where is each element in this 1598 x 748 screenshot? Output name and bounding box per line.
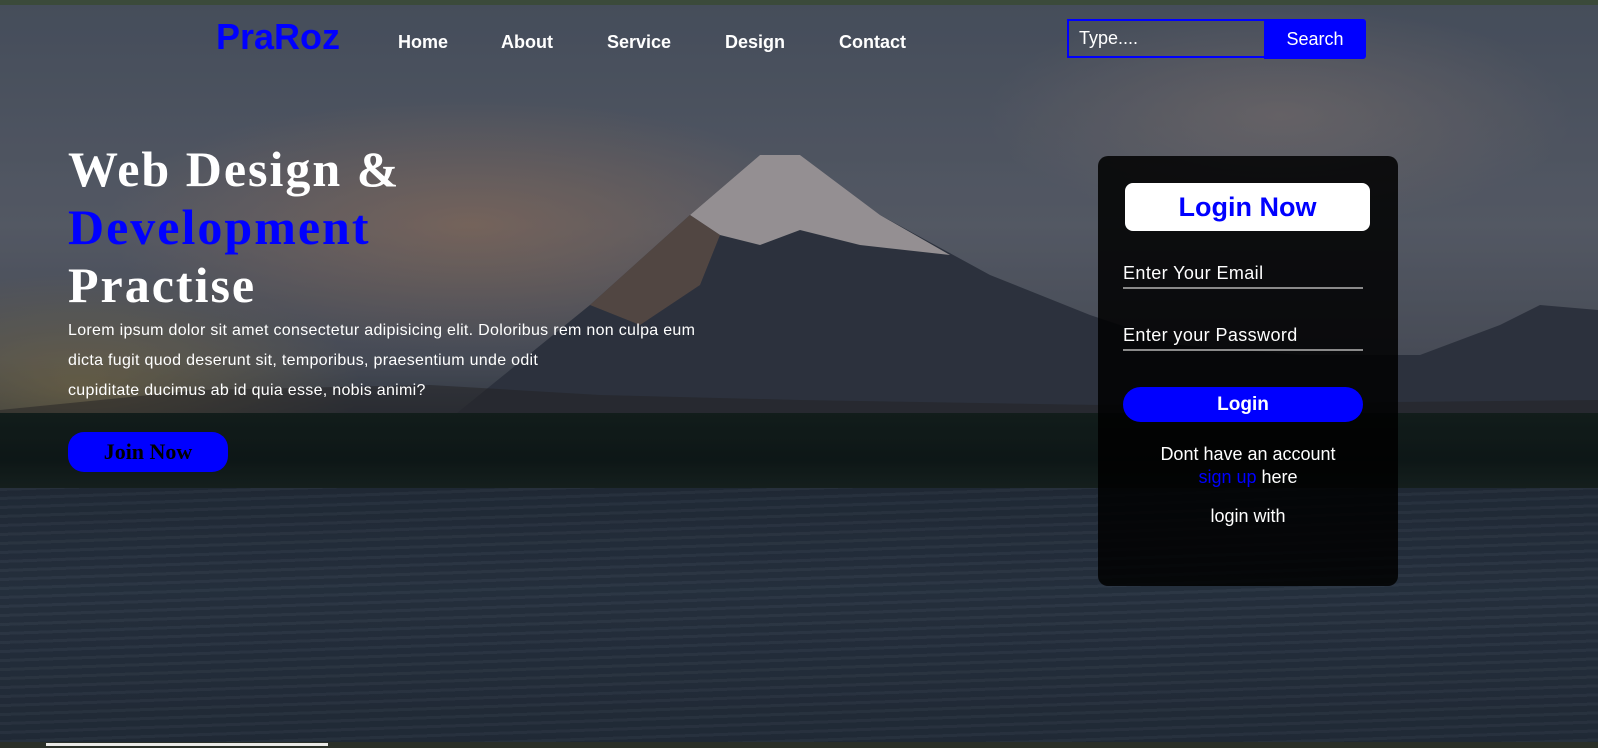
signup-suffix: here [1256,467,1298,487]
nav-item-contact[interactable]: Contact [839,32,906,53]
signup-link[interactable]: sign up [1198,467,1256,487]
search-input[interactable] [1067,19,1264,58]
hero-description: Lorem ipsum dolor sit amet consectetur a… [68,316,788,406]
email-field[interactable] [1123,259,1363,289]
brand-logo[interactable]: PraRoz [216,16,340,58]
join-now-button[interactable]: Join Now [68,432,228,472]
hero-text-line1: Lorem ipsum dolor sit amet consectetur a… [68,322,696,339]
hero-title-line3: Practise [68,257,257,313]
hero-title: Web Design & Development Practise [68,140,400,314]
login-title: Login Now [1125,183,1370,231]
login-button[interactable]: Login [1123,387,1363,422]
window-bottom-strip [0,742,1598,748]
hero-title-line2: Development [68,199,371,255]
login-with-label: login with [1210,506,1286,526]
hero-text-line2: dicta fugit quod deserunt sit, temporibu… [68,352,539,369]
bottom-strip-highlight [46,743,328,746]
nav-item-home[interactable]: Home [398,32,448,53]
hero-title-line1: Web Design & [68,141,401,197]
search-bar: Search [1067,19,1366,59]
nav-item-service[interactable]: Service [607,32,671,53]
password-field[interactable] [1123,321,1363,351]
search-button[interactable]: Search [1264,19,1366,59]
signup-prompt: Dont have an account sign up here [1098,443,1398,489]
hero-text-line3: cupiditate ducimus ab id quia esse, nobi… [68,382,426,399]
no-account-text: Dont have an account [1160,444,1336,464]
nav-item-about[interactable]: About [501,32,553,53]
login-card: Login Now Login Dont have an account sig… [1098,156,1398,586]
nav-item-design[interactable]: Design [725,32,785,53]
